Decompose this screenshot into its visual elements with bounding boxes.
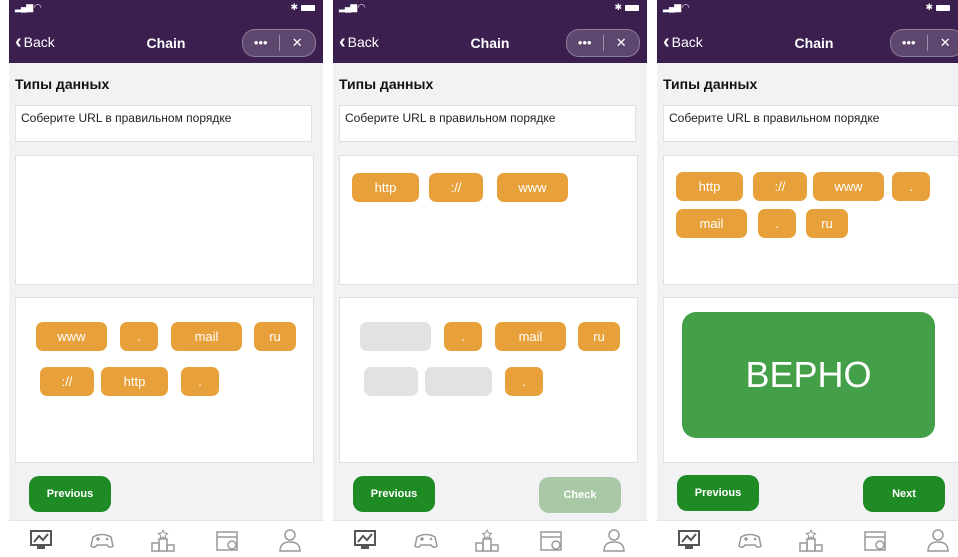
previous-button[interactable]: Previous: [29, 476, 111, 512]
answer-area[interactable]: http :// www . mail . ru: [663, 155, 958, 285]
chip[interactable]: mail: [495, 322, 566, 351]
profile-icon[interactable]: [601, 527, 627, 553]
menu-capsule: ••• ✕: [890, 29, 958, 57]
screen-correct: ▂▄▆ ◠ ✱ ‹ Back Chain ••• ✕ Типы данных С…: [657, 0, 958, 557]
leaderboard-icon[interactable]: [150, 527, 176, 553]
chip[interactable]: www: [36, 322, 107, 351]
answer-area[interactable]: http :// www: [339, 155, 638, 285]
lesson-heading: Типы данных: [339, 76, 434, 92]
menu-capsule: ••• ✕: [566, 29, 640, 57]
close-icon[interactable]: ✕: [928, 30, 958, 56]
nav-bar: ▂▄▆ ◠ ✱ ‹ Back Chain ••• ✕: [333, 0, 647, 63]
dashboard-icon[interactable]: [352, 527, 378, 553]
chip[interactable]: .: [120, 322, 158, 351]
instruction-box: Соберите URL в правильном порядке: [15, 105, 312, 142]
chip[interactable]: .: [505, 367, 543, 396]
empty-slot: [425, 367, 492, 396]
source-area: www . mail ru :// http .: [15, 297, 314, 463]
chip[interactable]: http: [676, 172, 743, 201]
screen-partial: ▂▄▆ ◠ ✱ ‹ Back Chain ••• ✕ Типы данных С…: [333, 0, 647, 557]
dashboard-icon[interactable]: [676, 527, 702, 553]
signal-wifi-icon: ▂▄▆ ◠: [339, 2, 366, 12]
close-icon[interactable]: ✕: [604, 30, 640, 56]
leaderboard-icon[interactable]: [474, 527, 500, 553]
chip[interactable]: .: [444, 322, 482, 351]
dashboard-icon[interactable]: [28, 527, 54, 553]
check-button[interactable]: Check: [539, 477, 621, 513]
chip[interactable]: .: [892, 172, 930, 201]
chip[interactable]: ://: [429, 173, 483, 202]
profile-icon[interactable]: [925, 527, 951, 553]
chip[interactable]: ://: [40, 367, 94, 396]
gamepad-icon[interactable]: [413, 527, 439, 553]
chip[interactable]: ru: [254, 322, 296, 351]
tab-bar: [657, 520, 958, 557]
chip[interactable]: .: [181, 367, 219, 396]
nav-bar: ▂▄▆ ◠ ✱ ‹ Back Chain ••• ✕: [657, 0, 958, 63]
tab-bar: [333, 520, 647, 557]
lesson-heading: Типы данных: [663, 76, 758, 92]
battery-icon: ✱: [614, 2, 639, 13]
chip[interactable]: www: [813, 172, 884, 201]
previous-button[interactable]: Previous: [353, 476, 435, 512]
battery-icon: ✱: [925, 2, 950, 13]
leaderboard-icon[interactable]: [798, 527, 824, 553]
tab-bar: [9, 520, 323, 557]
calendar-icon[interactable]: [214, 527, 240, 553]
result-banner: ВЕРНО: [682, 312, 935, 438]
empty-slot: [364, 367, 418, 396]
chip[interactable]: ru: [806, 209, 848, 238]
battery-icon: ✱: [290, 2, 315, 13]
chip[interactable]: ru: [578, 322, 620, 351]
profile-icon[interactable]: [277, 527, 303, 553]
chip[interactable]: .: [758, 209, 796, 238]
gamepad-icon[interactable]: [737, 527, 763, 553]
next-button[interactable]: Next: [863, 476, 945, 512]
empty-slot: [360, 322, 431, 351]
answer-area[interactable]: [15, 155, 314, 285]
calendar-icon[interactable]: [538, 527, 564, 553]
chip[interactable]: http: [352, 173, 419, 202]
close-icon[interactable]: ✕: [280, 30, 316, 56]
screen-empty: ▂▄▆ ◠ ✱ ‹ Back Chain ••• ✕ Типы данных С…: [9, 0, 323, 557]
more-dots-icon[interactable]: •••: [243, 30, 279, 56]
chip[interactable]: mail: [676, 209, 747, 238]
lesson-heading: Типы данных: [15, 76, 110, 92]
gamepad-icon[interactable]: [89, 527, 115, 553]
nav-bar: ▂▄▆ ◠ ✱ ‹ Back Chain ••• ✕: [9, 0, 323, 63]
more-dots-icon[interactable]: •••: [891, 30, 927, 56]
menu-capsule: ••• ✕: [242, 29, 316, 57]
instruction-box: Соберите URL в правильном порядке: [663, 105, 958, 142]
signal-wifi-icon: ▂▄▆ ◠: [15, 2, 42, 12]
chip[interactable]: www: [497, 173, 568, 202]
source-area: . mail ru .: [339, 297, 638, 463]
signal-wifi-icon: ▂▄▆ ◠: [663, 2, 690, 12]
more-dots-icon[interactable]: •••: [567, 30, 603, 56]
calendar-icon[interactable]: [862, 527, 888, 553]
instruction-box: Соберите URL в правильном порядке: [339, 105, 636, 142]
chip[interactable]: http: [101, 367, 168, 396]
chip[interactable]: mail: [171, 322, 242, 351]
chip[interactable]: ://: [753, 172, 807, 201]
previous-button[interactable]: Previous: [677, 475, 759, 511]
